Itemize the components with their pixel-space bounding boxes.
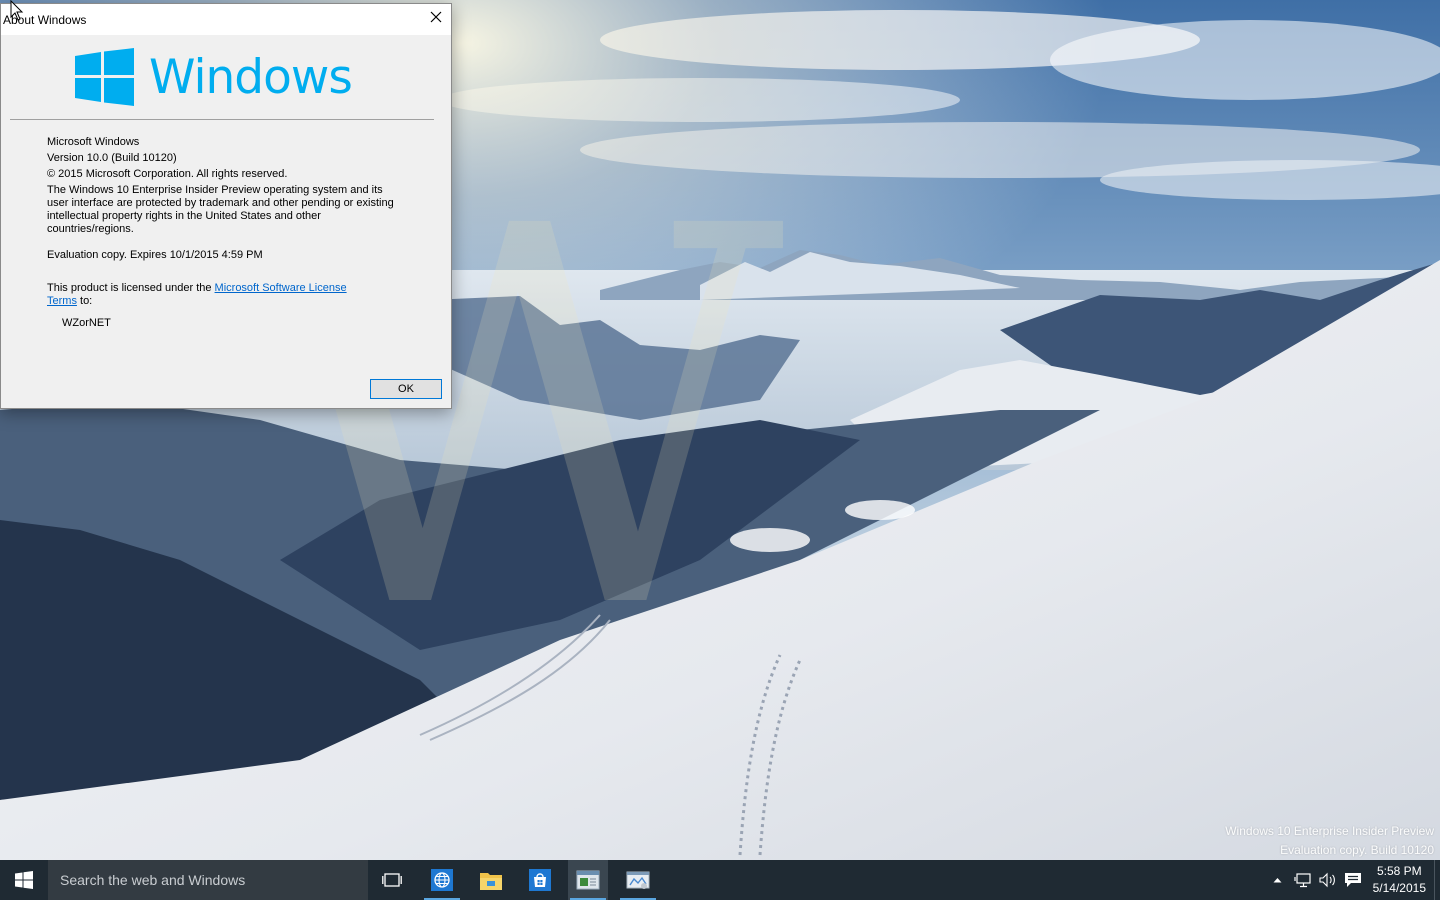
task-view-button[interactable] [372, 860, 412, 900]
about-app-icon [626, 871, 650, 889]
divider [10, 119, 434, 120]
copyright-text: © 2015 Microsoft Corporation. All rights… [47, 168, 288, 180]
taskbar: Search the web and Windows 5:58 PM 5/14/… [0, 860, 1440, 900]
globe-icon [431, 869, 453, 891]
license-suffix: to: [76, 295, 93, 307]
desktop-watermark: Windows 10 Enterprise Insider Preview Ev… [1225, 822, 1434, 860]
about-windows-dialog: About Windows Windows Microsoft Windows … [0, 3, 452, 409]
taskbar-system-window[interactable] [568, 860, 608, 900]
watermark-edition: Windows 10 Enterprise Insider Preview [1225, 824, 1434, 838]
show-desktop-button[interactable] [1434, 860, 1440, 900]
clock-date: 5/14/2015 [1372, 881, 1426, 895]
close-icon [430, 11, 442, 23]
search-box[interactable]: Search the web and Windows [48, 860, 368, 900]
taskbar-clock[interactable]: 5:58 PM 5/14/2015 [1373, 863, 1426, 897]
chevron-up-icon [1273, 878, 1281, 883]
volume-tray-button[interactable] [1316, 860, 1340, 900]
task-view-icon [382, 873, 402, 887]
speaker-icon [1319, 872, 1335, 888]
windows-wordmark: Windows [149, 50, 353, 105]
show-hidden-icons-button[interactable] [1268, 860, 1286, 900]
windows-flag-icon [75, 48, 134, 106]
taskbar-winver[interactable] [618, 860, 658, 900]
mouse-cursor-icon [10, 0, 24, 21]
license-prefix: This product is licensed under the [47, 282, 215, 294]
network-tray-button[interactable] [1290, 860, 1316, 900]
taskbar-file-explorer[interactable] [471, 860, 511, 900]
close-button[interactable] [421, 4, 451, 30]
dialog-titlebar[interactable]: About Windows [1, 4, 451, 35]
license-text: This product is licensed under the Micro… [47, 282, 367, 308]
licensee-name: WZorNET [62, 317, 111, 329]
product-name: Microsoft Windows [47, 136, 140, 148]
windows-logo: Windows [75, 48, 365, 108]
clock-time: 5:58 PM [1376, 864, 1422, 878]
ok-button[interactable]: OK [370, 379, 442, 399]
taskbar-store[interactable] [520, 860, 560, 900]
start-button[interactable] [0, 860, 48, 900]
window-app-icon [576, 870, 600, 890]
evaluation-text: Evaluation copy. Expires 10/1/2015 4:59 … [47, 249, 263, 261]
action-center-button[interactable] [1340, 860, 1366, 900]
notification-icon [1345, 873, 1361, 887]
windows-start-icon [15, 871, 33, 889]
folder-icon [480, 873, 502, 890]
store-bag-icon [529, 869, 551, 891]
trademark-text: The Windows 10 Enterprise Insider Previe… [47, 184, 394, 235]
network-icon [1294, 873, 1311, 888]
watermark-build: Evaluation copy. Build 10120 [1280, 843, 1434, 857]
taskbar-internet-explorer[interactable] [422, 860, 462, 900]
version-text: Version 10.0 (Build 10120) [47, 152, 177, 164]
